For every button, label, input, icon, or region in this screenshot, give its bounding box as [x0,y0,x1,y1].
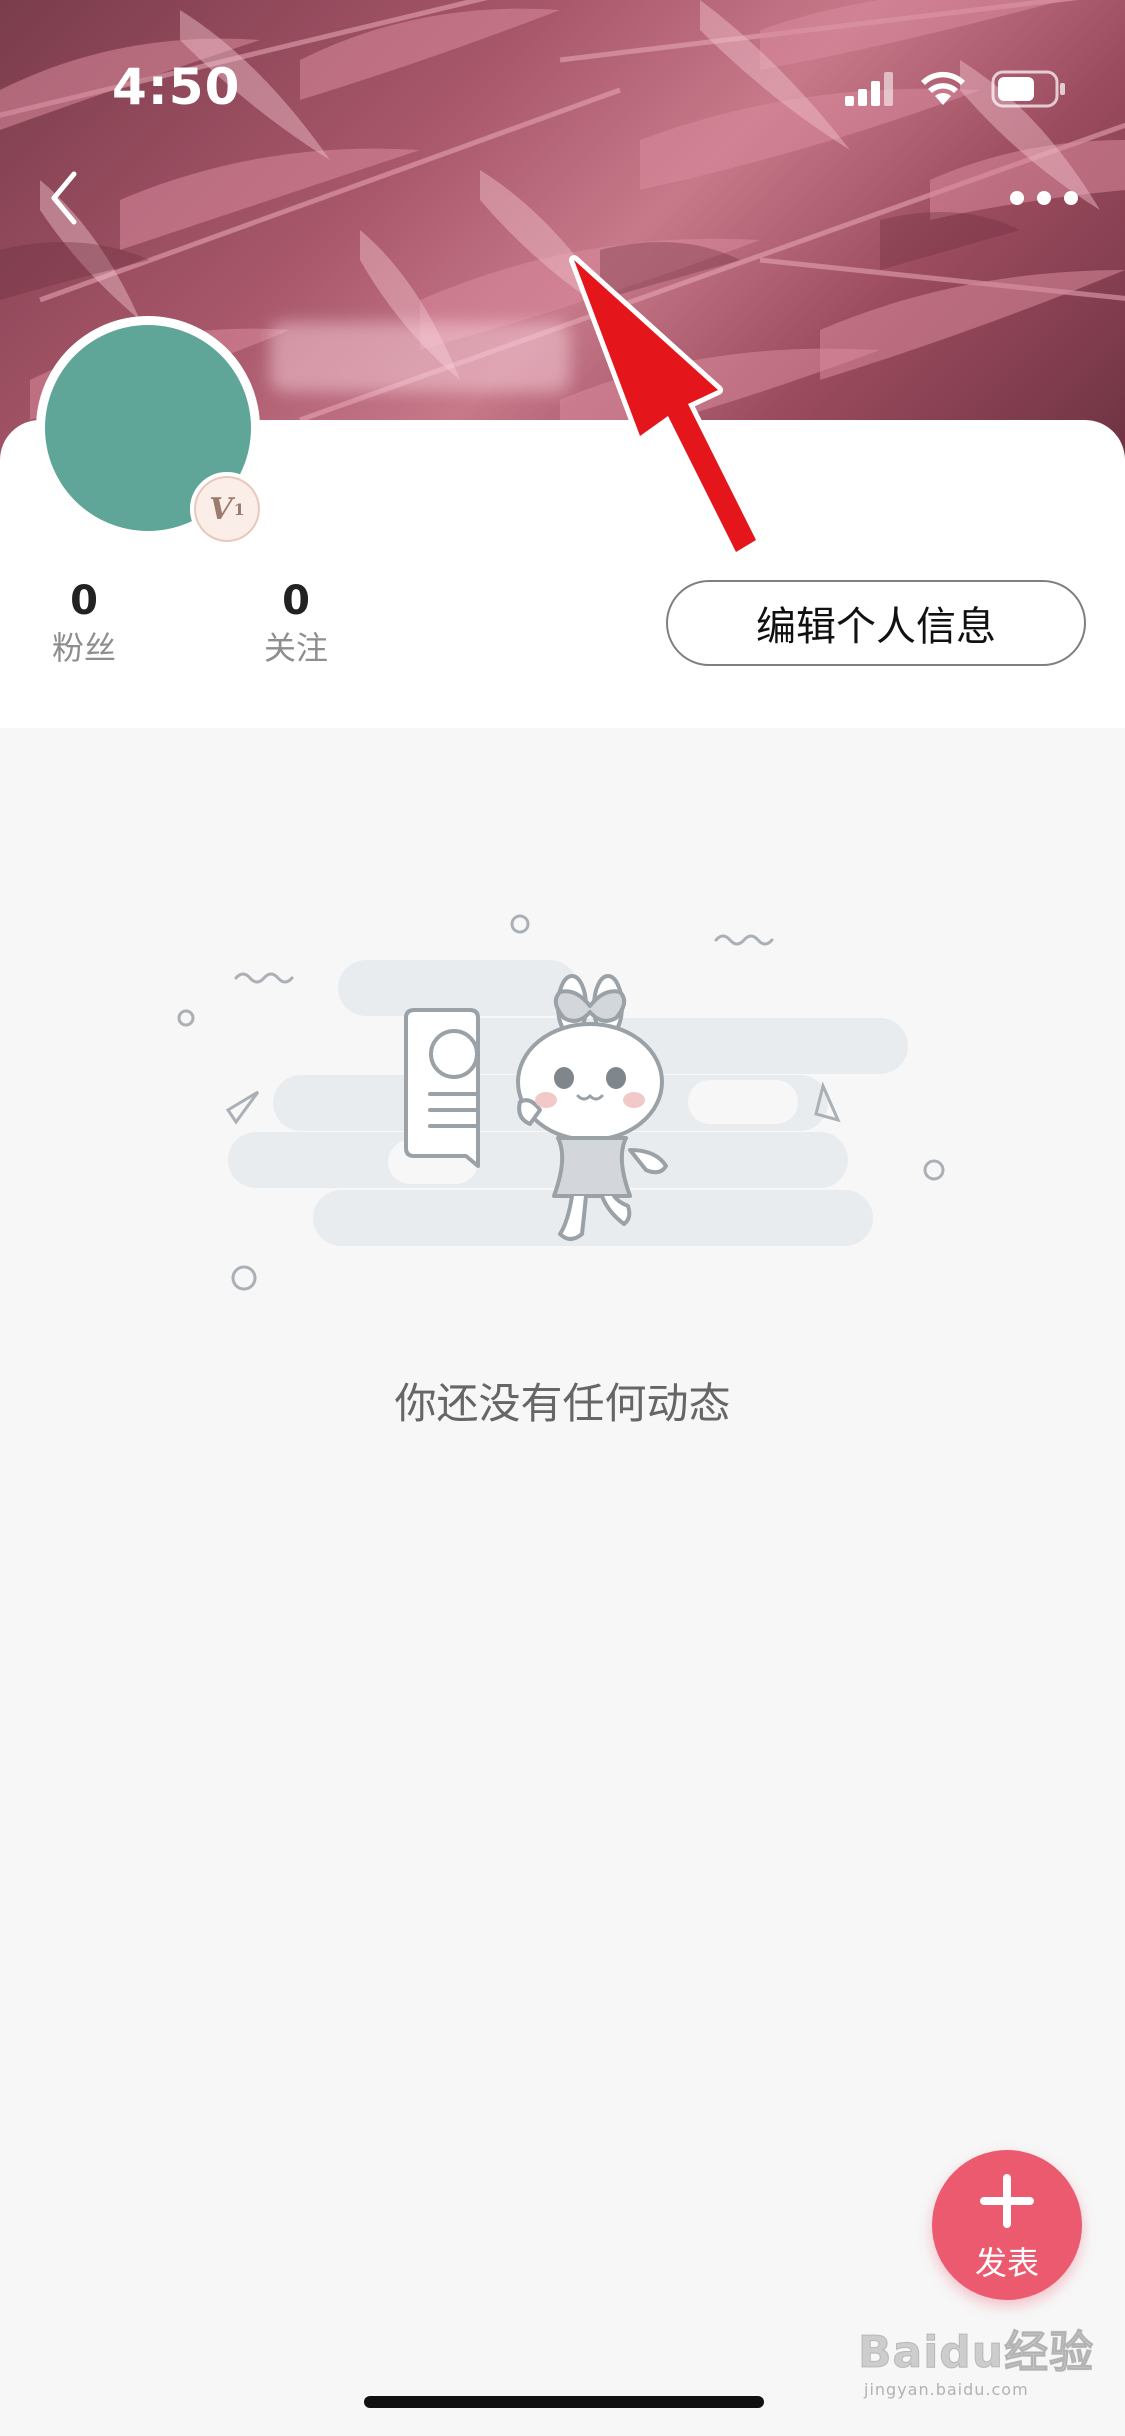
edit-profile-button[interactable]: 编辑个人信息 [666,580,1086,666]
level-letter: V [209,491,233,527]
status-bar: 4:50 [0,0,1125,132]
cellular-signal-icon [845,72,893,106]
home-indicator[interactable] [364,2396,764,2408]
watermark: Baidu经验 jingyan.baidu.com [857,2312,1098,2416]
fans-count: 0 [70,578,98,624]
more-dots-icon [1010,191,1078,205]
user-name [270,322,570,392]
battery-icon [991,70,1065,108]
level-badge: V1 [190,472,264,546]
wifi-icon [921,71,965,105]
publish-button[interactable]: 发表 [932,2150,1082,2300]
following-count: 0 [282,578,310,624]
following-label: 关注 [263,629,328,667]
watermark-brand: Baidu经验 [857,2327,1095,2379]
empty-feed-text: 你还没有任何动态 [394,1379,731,1428]
status-icons [845,64,1067,114]
stat-following[interactable]: 0 关注 [226,576,366,670]
level-number: 1 [233,499,245,519]
more-button[interactable] [1003,176,1085,220]
empty-state-illustration [177,914,945,1291]
profile-page: 4:50 V 1 0 粉丝 0 关注 编辑个人信息 你还没有任何动态 发表 Ba… [0,0,1125,2436]
plus-icon [980,2174,1034,2228]
back-button[interactable] [36,160,96,236]
status-time: 4:50 [112,58,241,116]
chevron-left-icon [51,171,77,225]
fans-label: 粉丝 [51,629,116,667]
watermark-domain: jingyan.baidu.com [864,2380,1029,2399]
stat-fans[interactable]: 0 粉丝 [14,576,154,670]
publish-label: 发表 [974,2244,1039,2282]
